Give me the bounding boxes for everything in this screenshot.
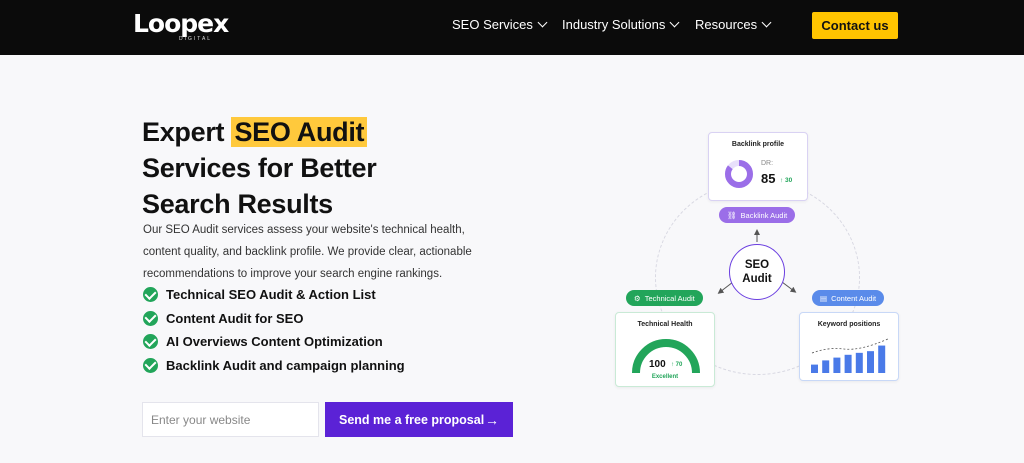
arrow-right-icon: → [485, 411, 499, 428]
hero-title-pre: Expert [142, 117, 232, 147]
document-icon: ▤ [820, 293, 828, 303]
chevron-down-icon [669, 17, 680, 28]
check-icon [143, 310, 158, 326]
keyword-bar [844, 354, 852, 373]
health-score: 100 [649, 359, 666, 370]
hub-line1: SEO [744, 259, 770, 271]
hero-title-line2: Services for Better [142, 153, 377, 183]
feature-item: AI Overviews Content Optimization [143, 330, 405, 354]
pill-label: Content Audit [831, 293, 877, 303]
keyword-bar [822, 360, 830, 373]
feature-list: Technical SEO Audit & Action List Conten… [143, 283, 405, 377]
contact-us-button[interactable]: Contact us [812, 12, 898, 39]
nav-item-label: SEO Services [452, 17, 533, 32]
keyword-positions-card: Keyword positions [799, 312, 899, 381]
backlink-profile-card: Backlink profile DR: 85 ↑ 30 [708, 132, 808, 201]
free-proposal-button[interactable]: Send me a free proposal → [325, 402, 513, 437]
keyword-bar [855, 352, 863, 373]
keyword-bar [833, 357, 841, 373]
hero-title: Expert SEO Audit Services for Better Sea… [142, 114, 462, 222]
pill-label: Technical Audit [644, 293, 695, 303]
card-title: Backlink profile [731, 141, 785, 148]
feature-item: Technical SEO Audit & Action List [143, 283, 405, 307]
arrow-right-connector [781, 281, 797, 293]
keyword-bar [867, 351, 874, 373]
website-input[interactable] [142, 402, 319, 437]
logo-text: Loopex [133, 9, 229, 38]
feature-label: AI Overviews Content Optimization [166, 334, 383, 350]
feature-item: Backlink Audit and campaign planning [143, 354, 405, 378]
dr-change: ↑ 30 [780, 177, 793, 184]
chevron-down-icon [761, 17, 772, 28]
feature-label: Content Audit for SEO [166, 310, 304, 326]
health-status: Excellent [651, 374, 679, 380]
technical-audit-pill: ⚙ Technical Audit [626, 290, 703, 306]
pill-label: Backlink Audit [740, 210, 788, 220]
top-nav: Loopex DIGITAL SEO Services Industry Sol… [0, 0, 1024, 55]
feature-item: Content Audit for SEO [143, 307, 405, 331]
feature-label: Backlink Audit and campaign planning [166, 357, 405, 373]
hero-title-line3: Search Results [142, 189, 333, 219]
keyword-bar [878, 345, 886, 373]
backlink-audit-pill: ⛓ Backlink Audit [719, 207, 796, 223]
hub-line2: Audit [742, 273, 772, 285]
chevron-down-icon [537, 17, 548, 28]
check-icon [143, 334, 158, 350]
check-icon [143, 287, 158, 303]
hero-title-highlight: SEO Audit [231, 117, 368, 147]
dr-donut [725, 160, 753, 188]
dr-value: 85 [761, 171, 776, 186]
technical-health-card: Technical Health 100 ↑ 70 Excellent [615, 312, 715, 387]
nav-item-seo-services[interactable]: SEO Services [452, 17, 548, 32]
health-gauge [632, 339, 700, 374]
seo-audit-hub: SEO Audit [729, 244, 785, 300]
card-title: Technical Health [637, 321, 693, 328]
card-title: Keyword positions [817, 321, 881, 328]
link-icon: ⛓ [727, 210, 737, 220]
check-icon [143, 357, 158, 373]
nav-item-resources[interactable]: Resources [695, 17, 772, 32]
gear-icon: ⚙ [634, 293, 641, 303]
hero-description: Our SEO Audit services assess your websi… [143, 224, 472, 280]
feature-label: Technical SEO Audit & Action List [166, 287, 376, 303]
keyword-bar-chart [811, 338, 889, 373]
keyword-bar [811, 364, 818, 373]
logo[interactable]: Loopex DIGITAL [133, 9, 229, 43]
nav-item-industry-solutions[interactable]: Industry Solutions [562, 17, 680, 32]
content-audit-pill: ▤ Content Audit [812, 290, 885, 306]
trend-line [811, 338, 889, 354]
free-proposal-label: Send me a free proposal [339, 412, 485, 427]
nav-item-label: Industry Solutions [562, 17, 666, 32]
dr-label: DR: [761, 160, 774, 167]
nav-item-label: Resources [695, 17, 758, 32]
health-change: ↑ 70 [671, 362, 683, 368]
logo-subtext: DIGITAL [179, 36, 213, 42]
